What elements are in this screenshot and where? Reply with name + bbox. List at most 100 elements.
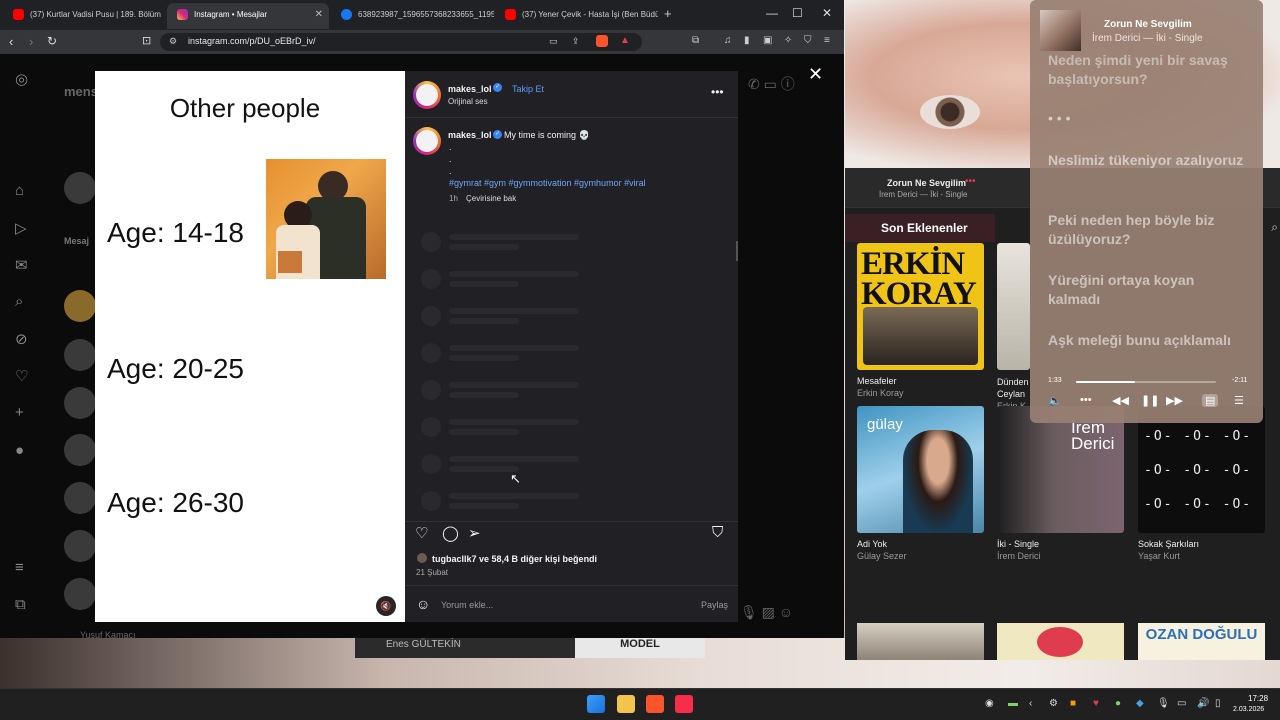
- translate-link[interactable]: Çevirisine bak: [466, 194, 516, 203]
- pause-icon[interactable]: ❚❚: [1141, 394, 1159, 407]
- tray-app-icon[interactable]: ▬: [1008, 698, 1018, 709]
- tray-app-icon[interactable]: ■: [1070, 698, 1076, 709]
- tray-app-icon[interactable]: ⚙: [1049, 698, 1058, 709]
- maximize-icon[interactable]: ☐: [792, 6, 803, 20]
- sidebar-icon[interactable]: ▮: [744, 35, 750, 46]
- share-page-icon[interactable]: ⇪: [572, 36, 580, 47]
- lyric-line[interactable]: Aşk meleği bunu açıklamalı: [1048, 331, 1248, 350]
- album-cover[interactable]: [997, 623, 1124, 660]
- browser-tab[interactable]: 638923987_1596557368233655_1195: [331, 3, 494, 29]
- clock-date[interactable]: 2.03.2026: [1233, 706, 1264, 713]
- queue-icon[interactable]: ☰: [1234, 394, 1244, 407]
- heart-icon[interactable]: ♡: [15, 367, 28, 385]
- album-card[interactable]: -O- -O- -O- -O- -O- -O- -O- -O- -O- Sokak …: [1138, 406, 1265, 561]
- brave-shields-icon[interactable]: [596, 35, 608, 47]
- new-tab-icon[interactable]: +: [664, 6, 672, 21]
- tray-app-icon[interactable]: ♥: [1093, 698, 1099, 709]
- vpn-icon[interactable]: ⛉: [804, 35, 812, 46]
- post-comment-button[interactable]: Paylaş: [701, 600, 728, 610]
- create-icon[interactable]: +: [15, 404, 24, 421]
- network-icon[interactable]: ▭: [1177, 698, 1186, 709]
- album-card[interactable]: İrem Derici İki - Single İrem Derici: [997, 406, 1124, 561]
- mini-player-artwork[interactable]: [1040, 10, 1081, 51]
- comment-icon[interactable]: ◯: [442, 524, 459, 542]
- close-window-icon[interactable]: ✕: [822, 6, 832, 20]
- url-field[interactable]: ⚙ instagram.com/p/DU_oEBrD_iv/ ▭ ⇪ ▲: [160, 33, 642, 51]
- avatar[interactable]: [413, 81, 441, 109]
- avatar[interactable]: [64, 339, 96, 371]
- lyric-line[interactable]: Peki neden hep böyle biz üzülüyoruz?: [1048, 211, 1248, 249]
- tray-arrow-icon[interactable]: ‹: [1029, 698, 1032, 709]
- lyric-line[interactable]: Neden şimdi yeni bir savaş başlatıyorsun…: [1048, 51, 1248, 89]
- next-icon[interactable]: ▶▶: [1166, 394, 1183, 407]
- avatar[interactable]: [413, 127, 441, 155]
- avatar[interactable]: [64, 172, 96, 204]
- browser-tab[interactable]: (37) Kurtlar Vadisi Pusu | 189. Bölüm: [3, 3, 166, 29]
- profile-icon[interactable]: ●: [15, 442, 24, 459]
- close-tab-icon[interactable]: ✕: [315, 3, 323, 27]
- reader-icon[interactable]: ⧉: [692, 35, 699, 46]
- menu-icon[interactable]: ≡: [824, 35, 830, 46]
- leo-ai-icon[interactable]: ✧: [784, 35, 792, 46]
- explore-icon[interactable]: ⊘: [15, 330, 28, 348]
- bookmark-icon[interactable]: ⊡: [142, 34, 151, 47]
- apps-icon[interactable]: ⧉: [15, 596, 26, 613]
- volume-icon[interactable]: 🔈: [1048, 394, 1062, 407]
- instagram-logo-icon[interactable]: ◎: [15, 70, 28, 88]
- windows-start-icon[interactable]: [587, 695, 605, 713]
- avatar[interactable]: [64, 434, 96, 466]
- wallet-icon[interactable]: ▣: [763, 35, 772, 46]
- cast-icon[interactable]: ▭: [549, 36, 558, 47]
- site-info-icon[interactable]: ⚙: [169, 36, 177, 47]
- album-card[interactable]: Dünden Ceylan Erkin K: [997, 243, 1030, 411]
- microphone-icon[interactable]: 🎙: [1157, 698, 1170, 709]
- lyric-line[interactable]: Yüreğini ortaya koyan kalmadı: [1048, 271, 1248, 309]
- reload-icon[interactable]: ↻: [47, 34, 57, 48]
- back-icon[interactable]: ‹: [9, 34, 13, 49]
- follow-button[interactable]: Takip Et: [512, 84, 544, 94]
- avatar[interactable]: [64, 290, 96, 322]
- album-card[interactable]: gülay Adi Yok Gülay Sezer: [857, 406, 984, 561]
- lyric-line[interactable]: Neslimiz tükeniyor azalıyoruz: [1048, 151, 1248, 170]
- reels-icon[interactable]: ▷: [15, 219, 27, 237]
- avatar[interactable]: [64, 530, 96, 562]
- comment-input[interactable]: [441, 597, 691, 613]
- like-icon[interactable]: ♡: [415, 524, 428, 542]
- brave-rewards-icon[interactable]: ▲: [620, 35, 630, 46]
- file-explorer-icon[interactable]: [617, 695, 635, 713]
- share-icon[interactable]: ➢: [468, 524, 481, 542]
- tray-app-icon[interactable]: ●: [1115, 698, 1121, 709]
- previous-icon[interactable]: ◀◀: [1112, 394, 1129, 407]
- tray-app-icon[interactable]: ◆: [1136, 698, 1144, 709]
- avatar[interactable]: [64, 578, 96, 610]
- album-cover[interactable]: OZAN DOĞULU: [1138, 623, 1265, 660]
- battery-icon[interactable]: ▯: [1215, 698, 1221, 709]
- music-more-icon[interactable]: •••: [965, 176, 976, 187]
- audio-label[interactable]: Orijinal ses: [448, 97, 488, 106]
- minimize-icon[interactable]: —: [766, 6, 778, 20]
- brave-browser-icon[interactable]: [646, 695, 664, 713]
- emoji-icon[interactable]: ☺: [416, 596, 430, 612]
- more-menu-icon[interactable]: ≡: [15, 559, 24, 576]
- avatar[interactable]: [64, 387, 96, 419]
- mute-icon[interactable]: 🔇: [376, 596, 396, 616]
- save-icon[interactable]: ⛉: [712, 524, 723, 541]
- messages-icon[interactable]: ✉: [15, 256, 28, 274]
- more-icon[interactable]: •••: [1080, 394, 1092, 406]
- progress-slider[interactable]: [1076, 381, 1216, 383]
- avatar[interactable]: [64, 482, 96, 514]
- avatar[interactable]: [417, 553, 427, 563]
- likes-summary[interactable]: tugbacllk7 ve 58,4 B diğer kişi beğendi: [432, 554, 597, 564]
- media-icon[interactable]: ♫: [724, 35, 732, 46]
- music-app-icon[interactable]: [675, 695, 693, 713]
- comments-scrollbar[interactable]: [736, 241, 738, 261]
- album-card[interactable]: ERKİN KORAY Mesafeler Erkin Koray: [857, 243, 984, 398]
- post-username[interactable]: makes_lol: [448, 84, 492, 94]
- browser-tab[interactable]: (37) Yener Çevik - Hasta İşi (Ben Büdü: [495, 3, 658, 29]
- close-icon[interactable]: ✕: [808, 64, 823, 85]
- home-icon[interactable]: ⌂: [15, 182, 24, 199]
- browser-tab-active[interactable]: Instagram • Mesajlar ✕: [167, 3, 329, 29]
- lyrics-icon[interactable]: ▤: [1202, 394, 1219, 407]
- caption-hashtags[interactable]: #gymrat #gym #gymmotivation #gymhumor #v…: [449, 178, 646, 188]
- tray-app-icon[interactable]: ◉: [985, 698, 994, 709]
